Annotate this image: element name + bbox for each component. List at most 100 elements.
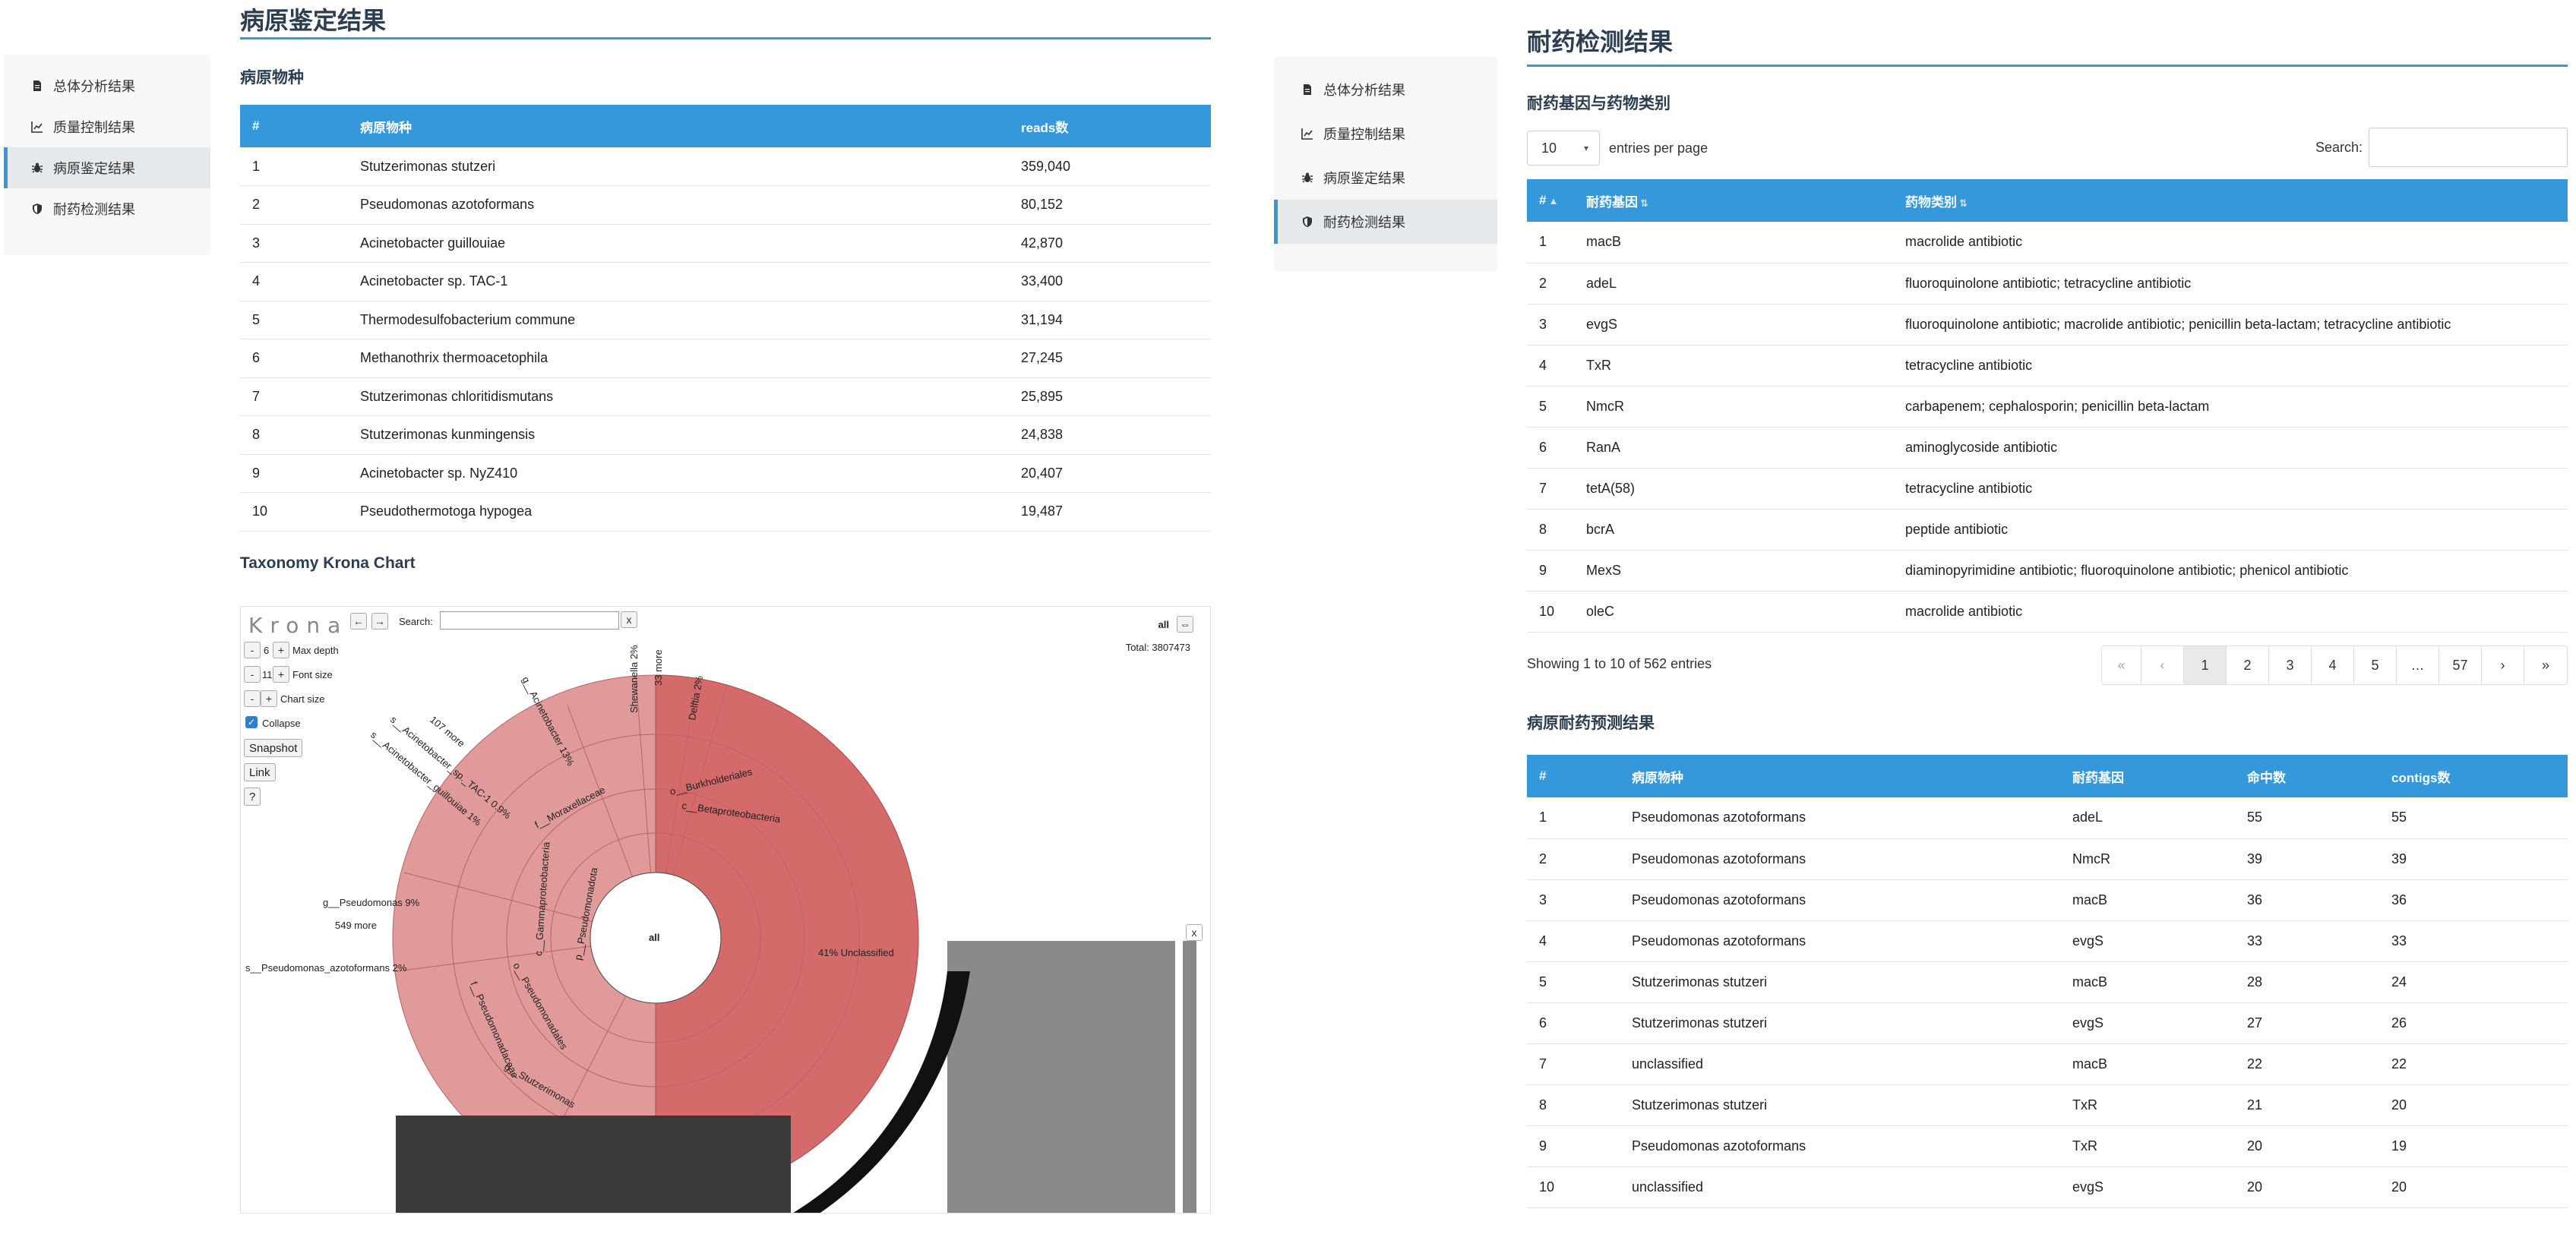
table-cell: 2 [1527, 838, 1626, 880]
font-size-value: 11 [262, 669, 273, 680]
krona-search-input[interactable] [440, 611, 619, 630]
sort-icon[interactable]: ⇅ [1640, 197, 1648, 209]
sidebar-item-overall[interactable]: 总体分析结果 [4, 65, 210, 106]
table-cell: 20 [2385, 1166, 2568, 1208]
page-button[interactable]: 1 [2184, 646, 2227, 684]
chart-size-minus[interactable]: - [244, 690, 261, 707]
table-cell: 20 [2385, 1084, 2568, 1126]
table-cell: Stutzerimonas kunmingensis [354, 415, 1015, 455]
page-button[interactable]: 2 [2227, 646, 2269, 684]
table-cell: 36 [2241, 879, 2385, 921]
table-cell: fluoroquinolone antibiotic; tetracycline… [1899, 263, 2568, 305]
close-details-button[interactable]: x [1186, 924, 1203, 941]
table-cell: evgS [1580, 304, 1899, 346]
table-cell: Acinetobacter sp. NyZ410 [354, 454, 1015, 493]
table-cell: 3 [1527, 879, 1626, 921]
sidebar-item-pathogen[interactable]: 病原鉴定结果 [1274, 156, 1497, 200]
table-cell: adeL [2066, 797, 2241, 839]
sidebar-item-qc[interactable]: 质量控制结果 [1274, 112, 1497, 156]
sort-icon[interactable]: ▲ [1548, 195, 1558, 207]
table-cell: 9 [240, 454, 354, 493]
table-cell: 24 [2385, 961, 2568, 1003]
back-button[interactable]: ← [350, 613, 367, 630]
link-button[interactable]: Link [244, 763, 276, 781]
table-cell: Stutzerimonas stutzeri [354, 147, 1015, 186]
font-size-plus[interactable]: + [273, 666, 289, 683]
bug-icon [1301, 171, 1314, 185]
table-cell: tetracycline antibiotic [1899, 468, 2568, 510]
column-header[interactable]: # ▲ [1527, 179, 1580, 222]
max-depth-value: 6 [264, 645, 270, 656]
sidebar-item-qc[interactable]: 质量控制结果 [4, 106, 210, 147]
font-size-minus[interactable]: - [244, 666, 261, 683]
snapshot-button[interactable]: Snapshot [244, 739, 303, 757]
genes-table: # ▲ 耐药基因 ⇅ 药物类别 ⇅ 1 macB macrolide antibiotic 2 a… [1527, 179, 2568, 633]
page-button[interactable]: 3 [2269, 646, 2312, 684]
help-button[interactable]: ? [244, 787, 261, 806]
page-button[interactable]: 57 [2439, 646, 2482, 684]
krona-label-more549: 549 more [335, 920, 377, 931]
table-cell: 8 [1527, 1084, 1626, 1126]
table-row: 8 Stutzerimonas stutzeri TxR 21 20 [1527, 1084, 2568, 1126]
table-row: 2 Pseudomonas azotoformans NmcR 39 39 [1527, 838, 2568, 880]
table-row: 6 Stutzerimonas stutzeri evgS 27 26 [1527, 1002, 2568, 1044]
forward-button[interactable]: → [371, 613, 388, 630]
table-cell: 10 [1527, 591, 1580, 633]
sidebar-item-resistance[interactable]: 耐药检测结果 [4, 188, 210, 229]
sort-icon[interactable]: ⇅ [1959, 197, 1968, 209]
table-cell: 20 [2241, 1166, 2385, 1208]
table-cell: 3 [1527, 304, 1580, 346]
column-header: reads数 [1015, 105, 1211, 147]
table-cell: Stutzerimonas stutzeri [1626, 961, 2066, 1003]
krona-label-more107: 107 more [428, 714, 467, 750]
sidebar-item-label: 病原鉴定结果 [53, 161, 135, 176]
krona-center-label[interactable]: all [649, 932, 659, 943]
column-header[interactable]: 药物类别 ⇅ [1899, 179, 2568, 222]
column-header-label: # [1539, 193, 1547, 207]
chart-size-label: Chart size [280, 693, 325, 705]
table-cell: TxR [1580, 345, 1899, 387]
table-cell: 80,152 [1015, 185, 1211, 225]
page-button[interactable]: 5 [2354, 646, 2397, 684]
table-cell: 42,870 [1015, 224, 1211, 263]
krona-chart[interactable]: 41% Unclassified g__Pseudomonas 9% 549 m… [240, 606, 1211, 1214]
table-cell: 10 [1527, 1166, 1626, 1208]
table-cell: NmcR [2066, 838, 2241, 880]
entries-per-page-select[interactable]: 10 ▾ [1527, 131, 1600, 166]
page-button[interactable]: 4 [2312, 646, 2354, 684]
page-button[interactable]: » [2524, 646, 2567, 684]
table-cell: 33 [2385, 920, 2568, 962]
page-button: « [2102, 646, 2141, 684]
krona-total: Total: 3807473 [1125, 642, 1190, 653]
table-row: 6 Methanothrix thermoacetophila 27,245 [240, 339, 1211, 378]
column-header-label: contigs数 [2391, 770, 2451, 785]
search-input[interactable] [2369, 128, 2568, 167]
table-cell: 7 [240, 377, 354, 416]
max-depth-minus[interactable]: - [244, 642, 261, 658]
column-header-label: reads数 [1021, 120, 1069, 135]
collapse-checkbox[interactable]: ✓ [245, 716, 258, 728]
table-row: 4 Acinetobacter sp. TAC-1 33,400 [240, 262, 1211, 301]
table-cell: TxR [2066, 1084, 2241, 1126]
table-cell: 20 [2241, 1125, 2385, 1167]
table-row: 6 RanA aminoglycoside antibiotic [1527, 427, 2568, 469]
page-button[interactable]: › [2482, 646, 2524, 684]
table-row: 3 evgS fluoroquinolone antibiotic; macroli… [1527, 304, 2568, 346]
krona-svg[interactable]: 41% Unclassified g__Pseudomonas 9% 549 m… [241, 607, 1211, 1214]
column-header[interactable]: 耐药基因 ⇅ [1580, 179, 1899, 222]
sidebar-item-overall[interactable]: 总体分析结果 [1274, 68, 1497, 112]
max-depth-label: Max depth [292, 645, 339, 656]
expand-button[interactable]: ⇔ [1177, 616, 1193, 633]
clear-search-button[interactable]: x [621, 611, 637, 628]
sidebar-item-pathogen[interactable]: 病原鉴定结果 [4, 147, 210, 188]
table-row: 3 Acinetobacter guillouiae 42,870 [240, 224, 1211, 263]
table-row: 2 adeL fluoroquinolone antibiotic; tetracy… [1527, 263, 2568, 305]
table-cell: bcrA [1580, 509, 1899, 551]
max-depth-plus[interactable]: + [273, 642, 289, 658]
table-cell: 27 [2241, 1002, 2385, 1044]
chart-size-plus[interactable]: + [261, 690, 277, 707]
table-row: 10 Pseudothermotoga hypogea 19,487 [240, 492, 1211, 532]
sidebar-item-resistance[interactable]: 耐药检测结果 [1274, 200, 1497, 244]
table-cell: 27,245 [1015, 339, 1211, 378]
pagination: «‹ 1 2 3 4 5… 57 ›» [2101, 645, 2568, 685]
